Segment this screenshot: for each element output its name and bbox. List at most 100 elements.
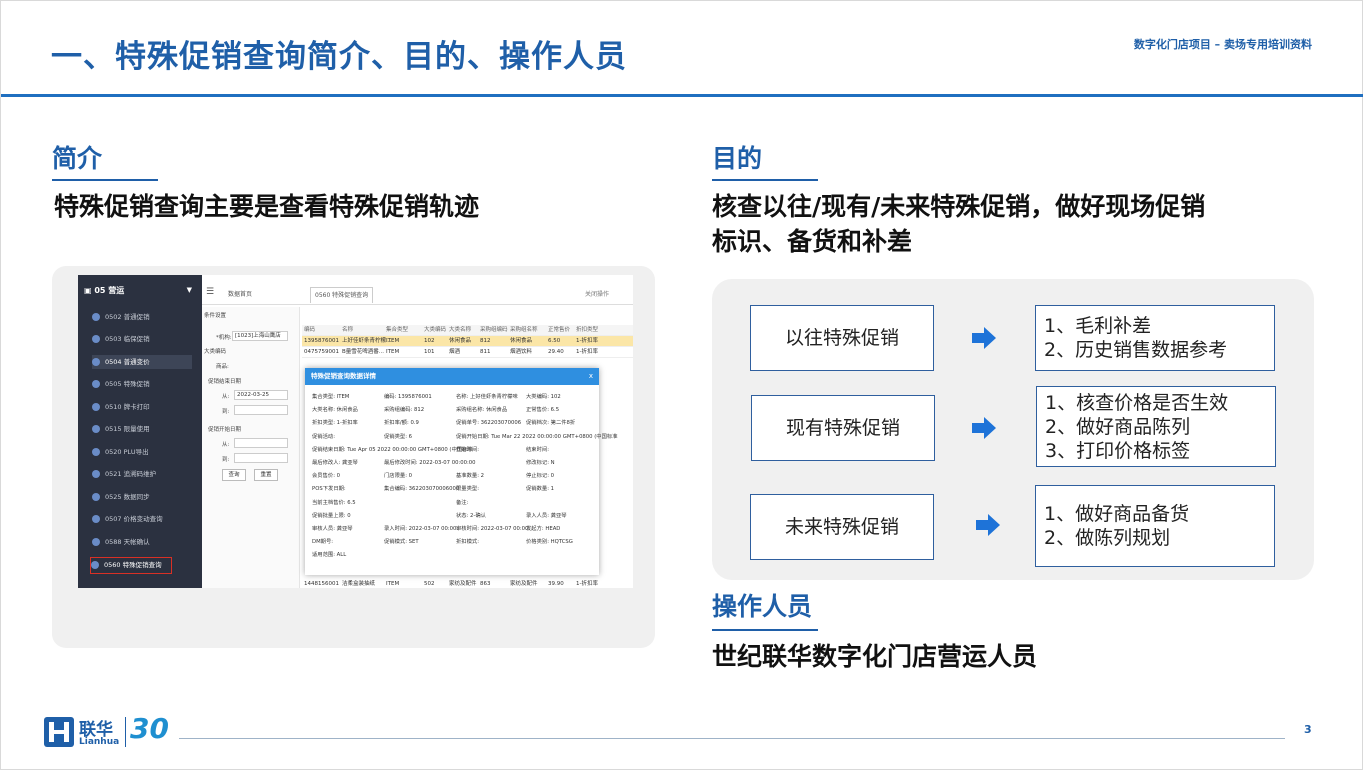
future-promo-actions: 1、做好商品备货 2、做陈列规划 — [1035, 485, 1275, 567]
sidebar-item: 0515 限量使用 — [92, 422, 192, 436]
grid-row: 1395876001 上好佳虾条青柠檬... ITEM 102 休闲食品 812… — [302, 336, 633, 347]
modal-field: 结束时间: — [526, 446, 549, 453]
filter-title: 条件设置 — [204, 313, 227, 319]
close-ops: 关闭操作 — [584, 291, 609, 298]
modal-field: 促销活动: — [312, 433, 335, 440]
item-label: 商品: — [216, 364, 229, 370]
menu-icon — [92, 493, 100, 501]
grid-row: 0475759001 B量雪花啤酒番... ITEM 101 烟酒 811 烟酒… — [302, 347, 633, 358]
sidebar-item: 0503 临保促销 — [92, 332, 192, 346]
logo-divider — [125, 717, 126, 747]
sidebar-item: 0502 普通促销 — [92, 310, 192, 324]
past-promo-box: 以往特殊促销 — [750, 305, 934, 371]
menu-list-icon: ▣ — [84, 286, 95, 295]
modal-field: 最后修改时间: 2022-03-07 00:00:00 — [384, 460, 476, 466]
logo-en: Lianhua — [79, 737, 120, 747]
menu-icon — [92, 538, 100, 546]
modal-row: 促销结束日期: Tue Apr 05 2022 00:00:00 GMT+080… — [312, 445, 595, 458]
arrow-right-icon — [976, 514, 1000, 536]
intro-text: 特殊促销查询主要是查看特殊促销轨迹 — [54, 192, 480, 221]
to-date-field — [234, 405, 288, 415]
menu-icon — [92, 470, 100, 478]
tab-bar: ☰ 数据首页 0560 特殊促销查询 关闭操作 — [202, 283, 633, 305]
modal-row: 集合类型: ITEM 编码: 1395876001 名称: 上好佳虾条青柠檬味 大类编… — [312, 392, 595, 405]
modal-field: 名称: 上好佳虾条青柠檬味 — [456, 394, 518, 400]
modal-row: 大类名称: 休闲食品 采购组编码: 812 采购组名称: 休闲食品 正常售价: 6.5 — [312, 405, 595, 418]
modal-field: 最后修改人: 龚亚琴 — [312, 460, 358, 466]
action-item: 2、做陈列规划 — [1044, 527, 1171, 549]
modal-field: DM期号: — [312, 539, 334, 546]
menu-icon — [92, 335, 100, 343]
start-from-field — [234, 438, 288, 448]
modal-field: 折扣率/额: 0.9 — [384, 420, 419, 427]
modal-row: 当前主档售价: 6.5 备注: — [312, 498, 595, 511]
modal-row: 适用范围: ALL — [312, 550, 595, 563]
org-label: *机构: — [216, 335, 232, 341]
menu-icon — [92, 403, 100, 411]
app-sidebar: ▣ 05 营运 ▼ 0502 普通促销 0503 临保促销 0504 普通变价 … — [78, 275, 202, 588]
modal-row: 促销批量上限: 0 状态: 2-确认 录入人员: 龚亚琴 — [312, 511, 595, 524]
tab-active: 0560 特殊促销查询 — [310, 287, 374, 303]
category-label: 大类编码 — [204, 349, 227, 355]
modal-field: 会员售价: 0 — [312, 473, 341, 480]
modal-field: 促销数量: 1 — [526, 486, 555, 493]
modal-field: 促销结束日期: Tue Apr 05 2022 00:00:00 GMT+080… — [312, 446, 473, 453]
sidebar-item-highlighted: 0560 特殊促销查询 — [90, 557, 172, 574]
modal-row: DM期号: 促销模式: SET 折扣模式: 价格类别: HQTCSG — [312, 537, 595, 550]
operators-underline — [712, 629, 818, 631]
modal-field: 录入时间: 2022-03-07 00:00: — [384, 526, 459, 532]
modal-field: 审核人员: 龚亚琴 — [312, 526, 353, 532]
current-promo-box: 现有特殊促销 — [751, 395, 935, 461]
to-label: 到: — [222, 409, 230, 415]
modal-row: 折扣类型: 1-折扣率 折扣率/额: 0.9 促销单号: 362203070006 促… — [312, 418, 595, 431]
footer-divider — [179, 738, 1285, 739]
modal-field: 发起方: HEAD — [526, 526, 561, 532]
modal-field: 大类名称: 休闲食品 — [312, 407, 358, 414]
from-date-field: 2022-03-25 — [234, 390, 288, 400]
purpose-text-line2: 标识、备货和补差 — [712, 227, 913, 256]
past-promo-actions: 1、毛利补差 2、历史销售数据参考 — [1035, 305, 1275, 371]
header-divider — [1, 94, 1363, 97]
from-label: 从: — [222, 394, 230, 400]
modal-field: 停止标记: 0 — [526, 473, 555, 480]
end-date-label: 促销结束日期 — [208, 379, 242, 385]
action-item: 1、做好商品备货 — [1044, 503, 1190, 525]
modal-field: 折扣模式: — [456, 539, 479, 546]
hamburger-icon: ☰ — [206, 287, 215, 297]
modal-field: 备注: — [456, 499, 469, 506]
sidebar-item: 0505 特殊促销 — [92, 377, 192, 391]
modal-field: 促销开始日期: Tue Mar 22 2022 00:00:00 GMT+080… — [456, 433, 618, 440]
modal-field: 开始时间: — [456, 446, 479, 453]
future-promo-box: 未来特殊促销 — [750, 494, 934, 560]
modal-field: 正常售价: 6.5 — [526, 407, 560, 414]
sidebar-item: 0504 普通变价 — [92, 355, 192, 369]
menu-icon — [92, 448, 100, 456]
filter-panel: 条件设置 *机构: [1023]上海山鹰店 大类编码 商品: 促销结束日期 从:… — [202, 307, 300, 588]
modal-row: POS下发日期: 集合编码: 362203070006000 限量类型: 促销数量: … — [312, 484, 595, 497]
purpose-heading: 目的 — [712, 144, 763, 173]
modal-field: 促销批量上限: 0 — [312, 512, 351, 519]
modal-field: 折扣类型: 1-折扣率 — [312, 420, 358, 427]
from-label-2: 从: — [222, 442, 230, 448]
menu-icon — [91, 561, 99, 569]
arrow-right-icon — [972, 417, 996, 439]
operators-text: 世纪联华数字化门店营运人员 — [712, 642, 1038, 671]
intro-heading: 简介 — [52, 144, 103, 173]
modal-field: 基准数量: 2 — [456, 473, 485, 480]
grid-row: 1448156001 洁柔盒装抽纸 ITEM 502 家纺及配件 863 家纺及… — [302, 579, 633, 588]
modal-row: 会员售价: 0 门店限量: 0 基准数量: 2 停止标记: 0 — [312, 471, 595, 484]
page-title: 一、特殊促销查询简介、目的、操作人员 — [51, 39, 627, 75]
reset-button: 重置 — [254, 469, 278, 481]
modal-row: 最后修改人: 龚亚琴 最后修改时间: 2022-03-07 00:00:00 修改标… — [312, 458, 595, 471]
modal-title: 特殊促销查询数据详情 — [305, 368, 599, 385]
action-item: 3、打印价格标签 — [1045, 440, 1191, 462]
sidebar-header: ▣ 05 营运 ▼ — [84, 286, 192, 295]
modal-field: 促销模式: SET — [384, 539, 419, 546]
modal-field: 审核时间: 2022-03-07 00:00: — [456, 526, 531, 532]
modal-row: 审核人员: 龚亚琴 录入时间: 2022-03-07 00:00: 审核时间: 20… — [312, 524, 595, 537]
modal-field: 录入人员: 龚亚琴 — [526, 512, 567, 519]
current-promo-actions: 1、核查价格是否生效 2、做好商品陈列 3、打印价格标签 — [1036, 386, 1276, 467]
modal-field: 促销类型: 6 — [384, 433, 413, 440]
menu-icon — [92, 358, 100, 366]
modal-field: 集合编码: 362203070006000 — [384, 486, 460, 493]
